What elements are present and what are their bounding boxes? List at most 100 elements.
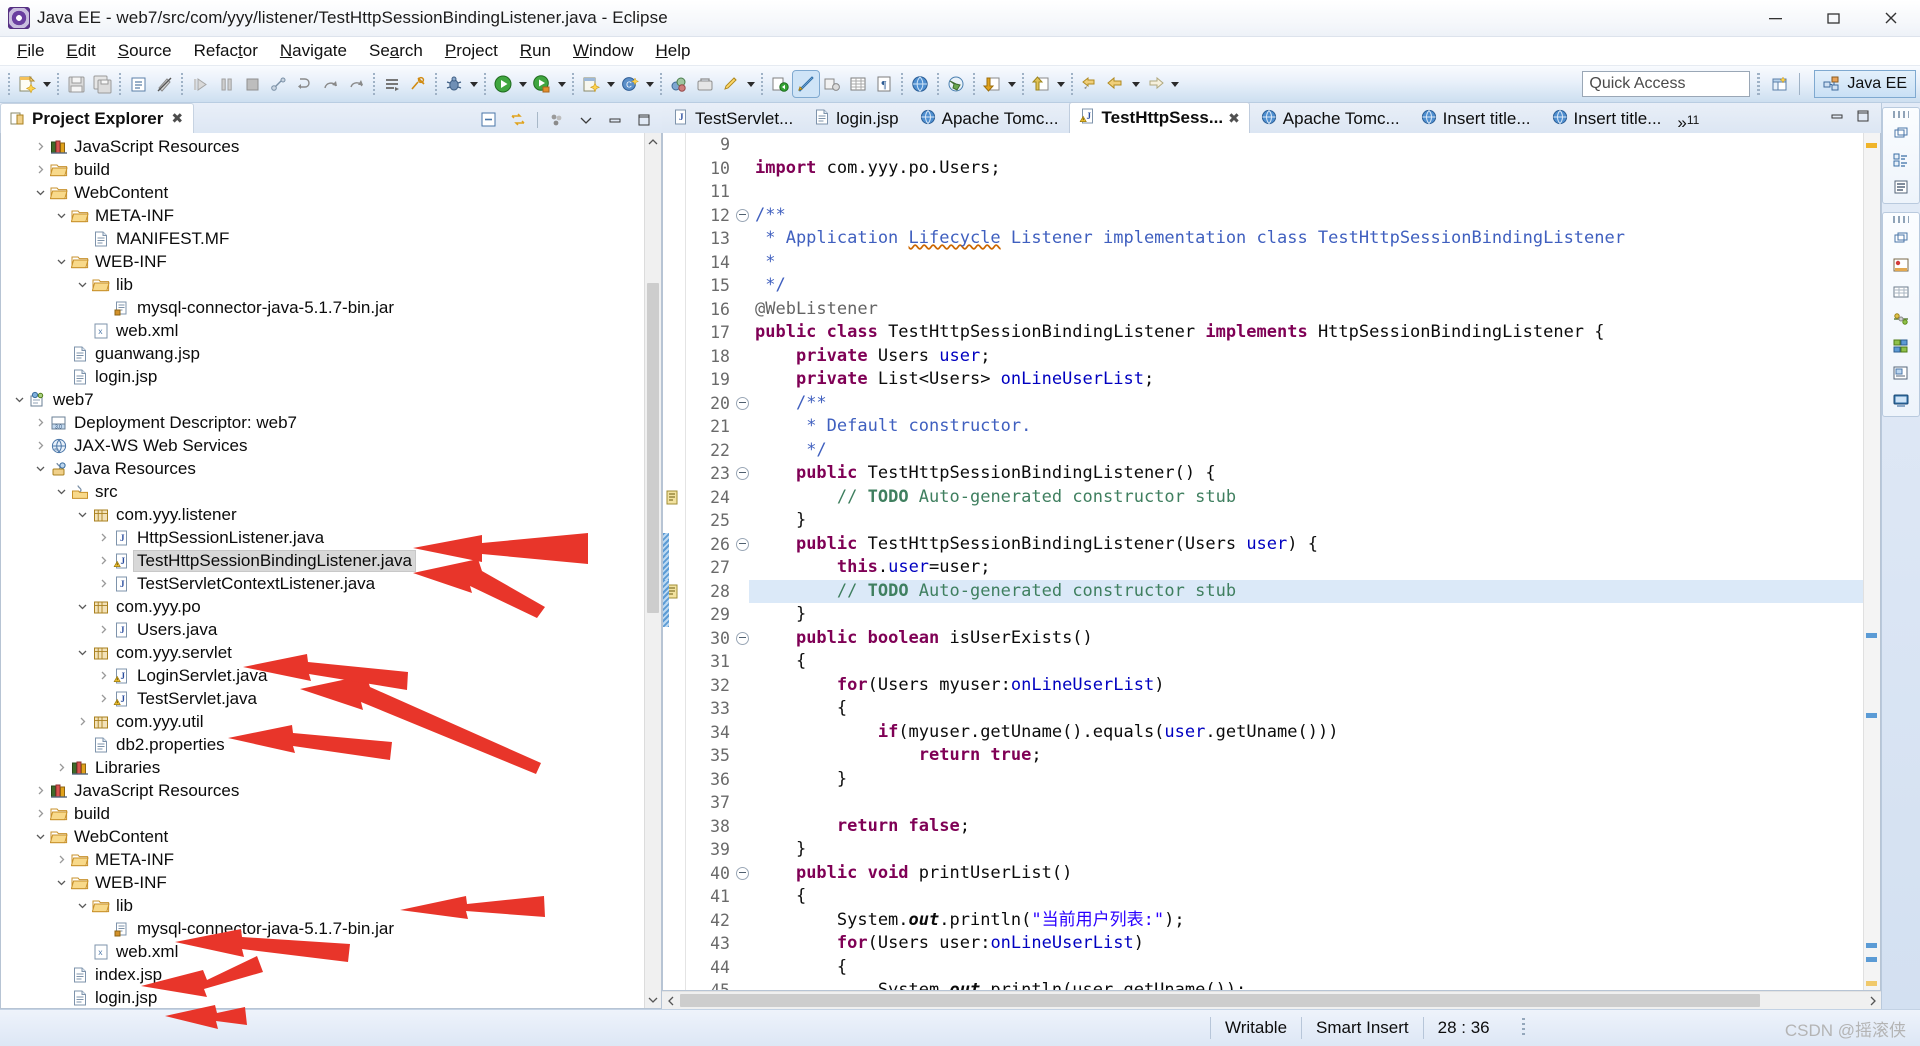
annotation-slot[interactable] xyxy=(663,274,685,298)
snippets-view-icon[interactable] xyxy=(1889,361,1913,385)
code-line[interactable]: * Application Lifecycle Listener impleme… xyxy=(749,227,1863,251)
tree-item[interactable]: x web.xml xyxy=(1,319,645,342)
tree-item[interactable]: web7 xyxy=(1,388,645,411)
menu-edit[interactable]: Edit xyxy=(55,38,106,64)
chevron-right-icon[interactable] xyxy=(35,141,46,152)
annotation-slot[interactable] xyxy=(663,862,685,886)
view-menu-icon[interactable] xyxy=(547,110,567,130)
import-icon[interactable] xyxy=(979,71,1005,97)
overview-marker-change[interactable] xyxy=(1866,957,1877,962)
overview-marker-change[interactable] xyxy=(1866,943,1877,948)
minimize-view-icon[interactable] xyxy=(605,110,625,130)
outline-view-icon[interactable] xyxy=(1889,148,1913,172)
save-icon[interactable] xyxy=(63,71,89,97)
tree-item[interactable]: build xyxy=(1,802,645,825)
tree-item[interactable]: J TestHttpSessionBindingListener.java xyxy=(1,549,645,572)
code-line[interactable]: import com.yyy.po.Users; xyxy=(749,157,1863,181)
annotation-slot[interactable] xyxy=(663,697,685,721)
annotation-slot[interactable] xyxy=(663,579,685,603)
tree-twisty[interactable] xyxy=(53,762,70,773)
import-dropdown[interactable] xyxy=(1005,71,1018,97)
maximize-editor-icon[interactable] xyxy=(1855,108,1871,129)
code-line[interactable]: * Default constructor. xyxy=(749,415,1863,439)
code-line[interactable] xyxy=(749,180,1863,204)
annotation-slot[interactable] xyxy=(663,180,685,204)
code-line[interactable]: } xyxy=(749,768,1863,792)
tree-twisty[interactable] xyxy=(11,394,28,405)
run-dropdown[interactable] xyxy=(516,71,529,97)
perspective-java-ee[interactable]: Java EE xyxy=(1814,70,1916,98)
annotation-slot[interactable] xyxy=(663,603,685,627)
tree-vertical-scrollbar[interactable] xyxy=(644,133,661,1008)
chevron-right-icon[interactable] xyxy=(98,532,109,543)
fold-toggle-icon[interactable] xyxy=(735,627,749,651)
tree-item[interactable]: WEB-INF xyxy=(1,250,645,273)
annotation-slot[interactable] xyxy=(663,721,685,745)
export-dropdown[interactable] xyxy=(1054,71,1067,97)
chevron-right-icon[interactable] xyxy=(98,670,109,681)
tree-twisty[interactable] xyxy=(95,624,112,635)
fold-toggle-icon[interactable] xyxy=(735,204,749,228)
tree-twisty[interactable] xyxy=(32,463,49,474)
chevron-down-icon[interactable] xyxy=(56,210,67,221)
new-class-icon[interactable]: C xyxy=(617,71,643,97)
tree-item[interactable]: MANIFEST.MF xyxy=(1,227,645,250)
tree-item[interactable]: 3.0 Deployment Descriptor: web7 xyxy=(1,411,645,434)
chevron-right-icon[interactable] xyxy=(98,624,109,635)
tree-item[interactable]: src xyxy=(1,480,645,503)
scroll-left-icon[interactable] xyxy=(662,992,679,1009)
step-return-icon[interactable] xyxy=(343,71,369,97)
tree-twisty[interactable] xyxy=(32,187,49,198)
editor-tab[interactable]: Apache Tomc... xyxy=(1250,105,1410,133)
chevron-right-icon[interactable] xyxy=(98,693,109,704)
tree-twisty[interactable] xyxy=(53,877,70,888)
tree-twisty[interactable] xyxy=(53,210,70,221)
code-line[interactable]: this.user=user; xyxy=(749,556,1863,580)
fold-toggle-icon[interactable] xyxy=(735,392,749,416)
tree-item[interactable]: com.yyy.listener xyxy=(1,503,645,526)
chevron-right-icon[interactable] xyxy=(35,164,46,175)
scroll-up-icon[interactable] xyxy=(645,133,661,150)
tree-twisty[interactable] xyxy=(32,808,49,819)
tree-item[interactable]: lib xyxy=(1,894,645,917)
status-resize-handle[interactable] xyxy=(1521,1018,1525,1038)
chevron-right-icon[interactable] xyxy=(56,854,67,865)
annotation-slot[interactable] xyxy=(663,744,685,768)
restore-view-icon[interactable] xyxy=(1889,226,1913,250)
drag-handle[interactable] xyxy=(1893,111,1909,118)
tree-item[interactable]: J TestServlet.java xyxy=(1,687,645,710)
close-button[interactable] xyxy=(1862,0,1920,36)
properties-view-icon[interactable] xyxy=(1889,175,1913,199)
scroll-thumb[interactable] xyxy=(647,283,659,613)
new-wizard-dropdown[interactable] xyxy=(40,71,53,97)
servers-view-icon[interactable] xyxy=(1889,307,1913,331)
link-icon[interactable] xyxy=(819,71,845,97)
step-over-icon[interactable] xyxy=(317,71,343,97)
code-line[interactable]: System.out.println("当前用户列表:"); xyxy=(749,909,1863,933)
chevron-down-icon[interactable] xyxy=(77,601,88,612)
annotation-slot[interactable] xyxy=(663,650,685,674)
annotation-slot[interactable] xyxy=(663,321,685,345)
annotation-ruler[interactable] xyxy=(663,133,686,990)
close-icon[interactable]: ✖ xyxy=(1228,110,1240,127)
annotation-slot[interactable] xyxy=(663,345,685,369)
code-line[interactable]: @WebListener xyxy=(749,298,1863,322)
overview-marker-warning[interactable] xyxy=(1866,143,1877,148)
search-icon[interactable] xyxy=(405,71,431,97)
tree-item[interactable]: lib xyxy=(1,273,645,296)
new-java-project-dropdown[interactable] xyxy=(604,71,617,97)
deploy-icon[interactable] xyxy=(692,71,718,97)
code-line[interactable]: /** xyxy=(749,392,1863,416)
annotation-slot[interactable] xyxy=(663,392,685,416)
table-icon[interactable] xyxy=(845,71,871,97)
chevron-right-icon[interactable] xyxy=(35,785,46,796)
save-all-icon[interactable] xyxy=(89,71,115,97)
annotation-slot[interactable] xyxy=(663,979,685,990)
scroll-right-icon[interactable] xyxy=(1864,992,1881,1009)
chevron-right-icon[interactable] xyxy=(98,555,109,566)
tree-item[interactable]: mysql-connector-java-5.1.7-bin.jar xyxy=(1,296,645,319)
tree-item[interactable]: J LoginServlet.java xyxy=(1,664,645,687)
close-icon[interactable]: ✖ xyxy=(171,110,183,127)
tree-item[interactable]: mysql-connector-java-5.1.7-bin.jar xyxy=(1,917,645,940)
tree-item[interactable]: J Users.java xyxy=(1,618,645,641)
